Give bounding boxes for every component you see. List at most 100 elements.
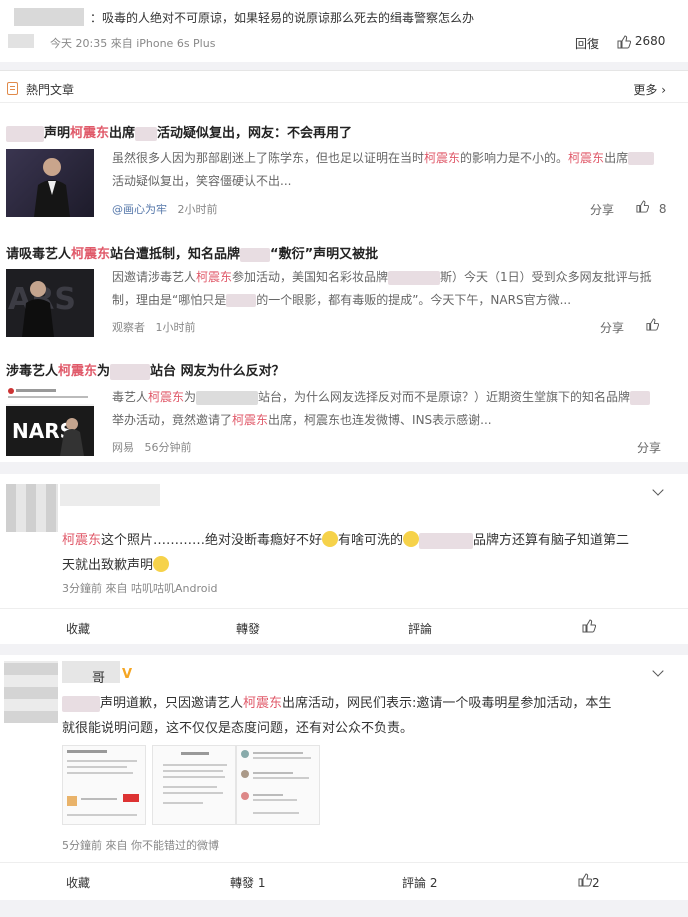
redacted-avatar [4,661,58,723]
redacted-text [388,270,441,285]
text-part: 声明道歉，只因邀请艺人 [100,696,244,711]
thumbs-up-icon [578,873,593,890]
title-part: 为 [97,364,111,379]
mention-name[interactable]: 柯震东 [62,533,101,548]
redacted-username [62,661,120,683]
hot-articles-title: 熱門文章 [26,83,75,97]
reply-button[interactable]: 回復 [575,35,599,52]
text-part: 天就出致歉声明 [62,558,154,573]
summary-part: 出席 [604,151,629,165]
redacted-username [60,484,160,506]
collect-button[interactable]: 收藏 [66,620,90,637]
text-part: 就很能说明问题，这不仅仅是态度问题，还有对公众不负责。 [62,721,414,736]
article-summary: 因邀请涉毒艺人柯震东参加活动，美国知名彩妆品牌 斯）今天（1日）受到众多网友批评与… [112,266,667,312]
username-suffix[interactable]: 哥 [92,667,105,686]
thumbs-up-icon [617,34,632,48]
article-1[interactable]: 声明柯震东出席 活动疑似复出，网友：不会再用了 虽然很多人因为那部剧迷上了陈学东，… [0,103,688,223]
article-thumbnail[interactable]: ARS [6,269,94,337]
more-link[interactable]: 更多 › [633,81,666,98]
article-thumbnail[interactable]: NARS [6,386,94,456]
chevron-down-icon[interactable] [652,665,664,677]
hot-articles-header: 熱門文章 更多 › [0,71,688,103]
article-title[interactable]: 涉毒艺人柯震东为 站台 网友为什么反对？ [6,360,285,380]
title-part: 站台 网友为什么反对？ [150,364,285,379]
share-button[interactable]: 分享 [637,439,661,456]
summary-name: 柯震东 [232,413,269,427]
thumbs-up-icon [582,619,597,636]
collect-button[interactable]: 收藏 [66,874,90,891]
redacted-avatar [8,34,34,48]
like-button[interactable]: 2 [578,873,600,890]
redacted-text [135,126,158,141]
summary-part: 因邀请涉毒艺人 [112,270,197,284]
action-bar: 收藏 轉發 1 評論 2 2 [0,862,688,898]
comment-text: 声明道歉，只因邀请艺人柯震东出席活动，网民们表示:邀请一个吸毒明星参加活动，本生… [62,691,662,741]
like-button[interactable]: 2680 [617,34,665,49]
text-part: 品牌方还算有脑子知道第二 [473,533,630,548]
article-3[interactable]: 涉毒艺人柯震东为 站台 网友为什么反对？ NARS 毒艺人柯震东为 站台，为什么网友… [0,339,688,463]
smile-emoji-icon [153,556,170,572]
summary-part: 为 [184,390,197,404]
top-comment: ：吸毒的人绝对不可原谅，如果轻易的说原谅那么死去的缉毒警察怎么办 今天 20:3… [0,0,688,62]
redacted-avatar [6,484,58,532]
article-title[interactable]: 声明柯震东出席 活动疑似复出，网友：不会再用了 [6,122,352,142]
title-part: 站台遭抵制，知名品牌 [110,247,241,262]
share-button[interactable]: 分享 [600,319,624,336]
title-part: 涉毒艺人 [6,364,59,379]
repost-button[interactable]: 轉發 1 [230,874,265,891]
summary-part: 活动疑似复出，笑容僵硬认不出... [112,174,292,188]
article-title[interactable]: 请吸毒艺人柯震东站台遭抵制，知名品牌 “敷衍”声明又被批 [6,243,378,262]
like-button[interactable]: 8 [636,200,666,216]
like-count: 8 [658,202,667,216]
attached-image-1[interactable] [62,745,146,825]
comment-text: ：吸毒的人绝对不可原谅，如果轻易的说原谅那么死去的缉毒警察怎么办 [90,11,475,25]
summary-part: 举办活动，竟然邀请了 [112,413,233,427]
summary-name: 柯震东 [568,151,605,165]
article-summary: 虽然很多人因为那部剧迷上了陈学东，但也足以证明在当时柯震东的影响力是不小的。柯震… [112,147,667,193]
title-part: “敷衍”声明又被批 [270,247,379,262]
repost-button[interactable]: 轉發 [236,620,260,637]
article-time: 1小时前 [155,321,196,334]
document-icon [7,82,18,95]
redacted-text [419,532,474,549]
comment-card-1: 柯震东这个照片…………绝对没断毒瘾好不好 有啥可洗的 品牌方还算有脑子知道第二 天就… [0,474,688,644]
chevron-right-icon: › [661,83,666,97]
summary-part: 制，理由是“哪怕只是 [112,293,227,307]
like-button[interactable] [582,619,597,636]
text-part: 有啥可洗的 [338,533,404,548]
comment-button[interactable]: 評論 [408,620,432,637]
title-part: 请吸毒艺人 [6,247,72,262]
article-time: 2小时前 [177,203,218,216]
article-time: 56分钟前 [144,441,192,454]
comment-button[interactable]: 評論 2 [402,874,437,891]
hot-articles-panel: 熱門文章 更多 › 声明柯震东出席 活动疑似复出，网友：不会再用了 虽然很多人因为… [0,70,688,462]
like-count: 2 [592,876,600,890]
summary-part: 参加活动，美国知名彩妆品牌 [232,270,389,284]
attached-image-3[interactable] [236,745,320,825]
chevron-down-icon[interactable] [652,484,664,496]
article-2[interactable]: 请吸毒艺人柯震东 站台遭抵制，知名品牌 “敷衍”声明又被批 ARS 因邀请涉毒艺人柯… [0,223,688,339]
attached-image-2[interactable] [152,745,236,825]
source-name[interactable]: 网易 [112,441,134,454]
smile-emoji-icon [322,531,339,547]
article-source: 观察者 1小时前 [112,319,196,335]
summary-part: 的影响力是不小的。 [460,151,569,165]
like-button[interactable] [646,318,660,334]
mention-name[interactable]: 柯震东 [243,696,282,711]
text-part: 出席活动，网民们表示:邀请一个吸毒明星参加活动，本生 [282,696,612,711]
comment-meta: 5分鐘前 來自 你不能错过的微博 [62,839,219,852]
summary-name: 柯震东 [196,270,233,284]
article-thumbnail[interactable] [6,149,94,217]
comment-text: 柯震东这个照片…………绝对没断毒瘾好不好 有啥可洗的 品牌方还算有脑子知道第二 天就… [62,528,662,578]
redacted-text [6,125,44,142]
title-name: 柯震东 [58,364,98,379]
summary-part: 毒艺人 [112,390,149,404]
redacted-text [240,247,271,262]
title-name: 柯震东 [70,126,110,141]
source-name[interactable]: 观察者 [112,321,145,334]
text-part: 这个照片…………绝对没断毒瘾好不好 [101,533,323,548]
more-label: 更多 [633,83,658,97]
share-button[interactable]: 分享 [590,201,614,218]
comment-card-2: 哥 V 声明道歉，只因邀请艺人柯震东出席活动，网民们表示:邀请一个吸毒明星参加活… [0,655,688,900]
source-name[interactable]: @画心为牢 [112,203,167,216]
